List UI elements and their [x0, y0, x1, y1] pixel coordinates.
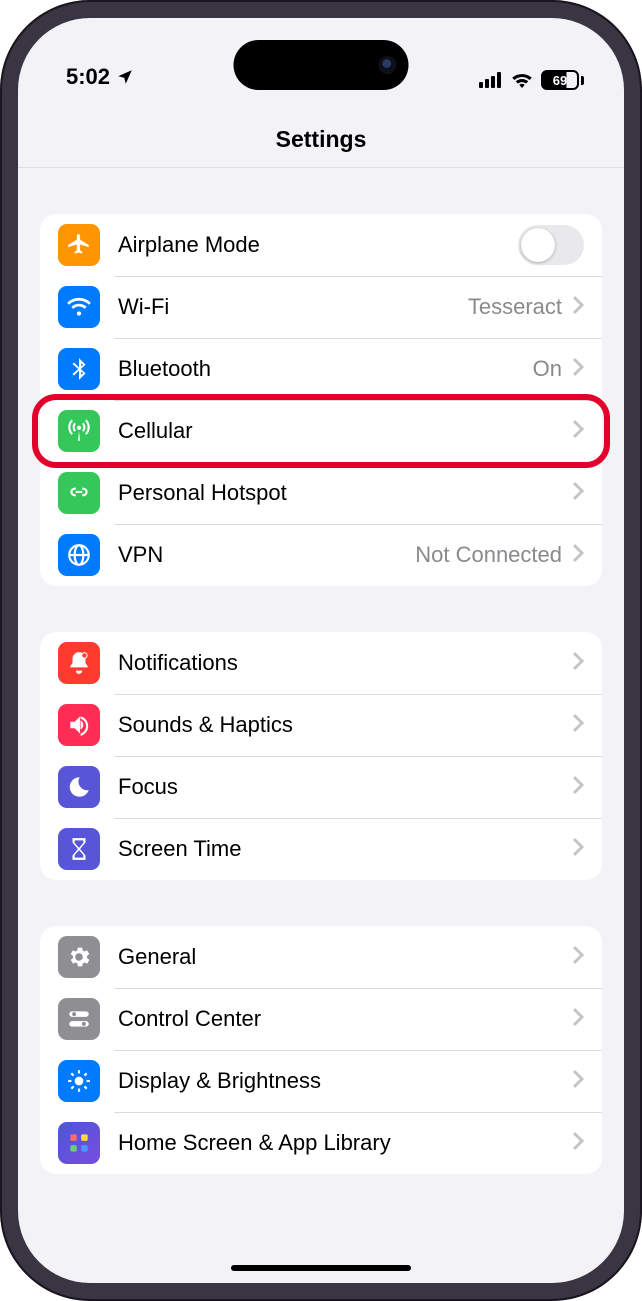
chevron-right-icon — [572, 651, 584, 676]
iphone-frame: 5:02 69 Settings — [0, 0, 642, 1301]
bluetooth-icon — [58, 348, 100, 390]
camera-dot — [381, 58, 395, 72]
status-left: 5:02 — [66, 64, 134, 90]
chevron-right-icon — [572, 837, 584, 862]
row-vpn[interactable]: VPN Not Connected — [40, 524, 602, 586]
row-control-center[interactable]: Control Center — [40, 988, 602, 1050]
row-home-screen[interactable]: Home Screen & App Library — [40, 1112, 602, 1174]
chevron-right-icon — [572, 1069, 584, 1094]
location-icon — [116, 68, 134, 86]
hotspot-icon — [58, 472, 100, 514]
row-airplane-mode[interactable]: Airplane Mode — [40, 214, 602, 276]
chevron-right-icon — [572, 481, 584, 506]
focus-icon — [58, 766, 100, 808]
cellular-icon — [58, 410, 100, 452]
row-screen-time[interactable]: Screen Time — [40, 818, 602, 880]
home-screen-icon — [58, 1122, 100, 1164]
row-label: Focus — [118, 774, 572, 800]
page-title: Settings — [18, 98, 624, 168]
row-label: Screen Time — [118, 836, 572, 862]
wifi-status-icon — [511, 72, 533, 88]
wifi-icon — [58, 286, 100, 328]
dynamic-island — [234, 40, 409, 90]
row-value: Tesseract — [468, 294, 562, 320]
chevron-right-icon — [572, 419, 584, 444]
screen-time-icon — [58, 828, 100, 870]
row-label: Display & Brightness — [118, 1068, 572, 1094]
chevron-right-icon — [572, 1007, 584, 1032]
chevron-right-icon — [572, 1131, 584, 1156]
row-general[interactable]: General — [40, 926, 602, 988]
row-hotspot[interactable]: Personal Hotspot — [40, 462, 602, 524]
row-label: VPN — [118, 542, 415, 568]
cellular-signal-icon — [479, 72, 503, 88]
row-label: Bluetooth — [118, 356, 533, 382]
general-icon — [58, 936, 100, 978]
row-label: Personal Hotspot — [118, 480, 572, 506]
airplane-icon — [58, 224, 100, 266]
screen: 5:02 69 Settings — [18, 18, 624, 1283]
home-indicator[interactable] — [231, 1265, 411, 1271]
chevron-right-icon — [572, 945, 584, 970]
chevron-right-icon — [572, 775, 584, 800]
row-cellular[interactable]: Cellular — [40, 400, 602, 462]
display-icon — [58, 1060, 100, 1102]
settings-group-general: General Control Center Display & Brightn… — [40, 926, 602, 1174]
chevron-right-icon — [572, 713, 584, 738]
status-time: 5:02 — [66, 64, 110, 90]
row-label: Cellular — [118, 418, 572, 444]
battery-indicator: 69 — [541, 70, 584, 90]
sounds-icon — [58, 704, 100, 746]
vpn-icon — [58, 534, 100, 576]
row-label: Wi-Fi — [118, 294, 468, 320]
row-display[interactable]: Display & Brightness — [40, 1050, 602, 1112]
row-notifications[interactable]: Notifications — [40, 632, 602, 694]
row-label: Home Screen & App Library — [118, 1130, 572, 1156]
row-value: On — [533, 356, 562, 382]
row-bluetooth[interactable]: Bluetooth On — [40, 338, 602, 400]
row-label: Notifications — [118, 650, 572, 676]
status-right: 69 — [479, 70, 584, 90]
row-value: Not Connected — [415, 542, 562, 568]
airplane-toggle[interactable] — [518, 225, 584, 265]
row-focus[interactable]: Focus — [40, 756, 602, 818]
row-label: Control Center — [118, 1006, 572, 1032]
notifications-icon — [58, 642, 100, 684]
row-label: Sounds & Haptics — [118, 712, 572, 738]
control-center-icon — [58, 998, 100, 1040]
row-label: Airplane Mode — [118, 232, 518, 258]
row-wifi[interactable]: Wi-Fi Tesseract — [40, 276, 602, 338]
chevron-right-icon — [572, 295, 584, 320]
row-sounds[interactable]: Sounds & Haptics — [40, 694, 602, 756]
chevron-right-icon — [572, 357, 584, 382]
chevron-right-icon — [572, 543, 584, 568]
settings-list[interactable]: Airplane Mode Wi-Fi Tesseract Bluetooth — [18, 168, 624, 1283]
row-label: General — [118, 944, 572, 970]
settings-group-notifications: Notifications Sounds & Haptics Focus — [40, 632, 602, 880]
settings-group-connectivity: Airplane Mode Wi-Fi Tesseract Bluetooth — [40, 214, 602, 586]
